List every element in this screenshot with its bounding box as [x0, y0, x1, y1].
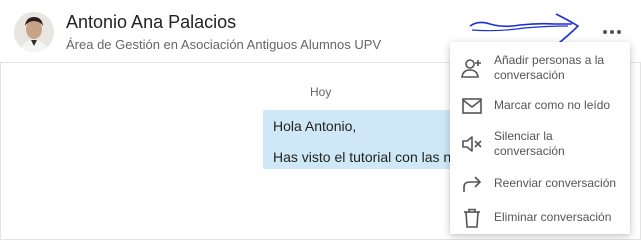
message-bubble[interactable]: Hola Antonio, Has visto el tutorial con … — [263, 110, 463, 169]
trash-icon — [460, 206, 484, 230]
menu-item-mute[interactable]: Silenciar la conversación — [450, 126, 630, 162]
menu-item-label: Marcar como no leído — [494, 98, 611, 112]
envelope-icon — [460, 94, 484, 118]
add-person-icon — [460, 56, 484, 80]
menu-item-label: Silenciar la conversación — [494, 129, 565, 158]
day-separator: Hoy — [310, 85, 332, 99]
more-horizontal-icon — [603, 30, 607, 34]
mute-icon — [460, 132, 484, 156]
message-line: Has visto el tutorial con las n — [273, 149, 452, 165]
menu-item-add-people[interactable]: Añadir personas a la conversación — [450, 50, 630, 86]
menu-item-label: Añadir personas a la conversación — [494, 53, 605, 82]
more-options-button[interactable] — [597, 22, 627, 42]
contact-name[interactable]: Antonio Ana Palacios — [66, 12, 236, 33]
menu-item-forward[interactable]: Reenviar conversación — [450, 172, 630, 194]
menu-item-label: Reenviar conversación — [494, 176, 617, 190]
conversation-options-menu: Añadir personas a la conversación Marcar… — [450, 42, 630, 234]
avatar-photo — [14, 12, 54, 52]
menu-item-label: Eliminar conversación — [494, 210, 612, 224]
avatar[interactable] — [14, 12, 54, 52]
forward-arrow-icon — [460, 172, 484, 196]
contact-headline: Área de Gestión en Asociación Antiguos A… — [66, 37, 382, 52]
menu-item-delete[interactable]: Eliminar conversación — [450, 206, 630, 228]
more-dot — [610, 30, 614, 34]
more-dot — [617, 30, 621, 34]
message-line: Hola Antonio, — [273, 118, 357, 134]
menu-item-mark-unread[interactable]: Marcar como no leído — [450, 94, 630, 116]
